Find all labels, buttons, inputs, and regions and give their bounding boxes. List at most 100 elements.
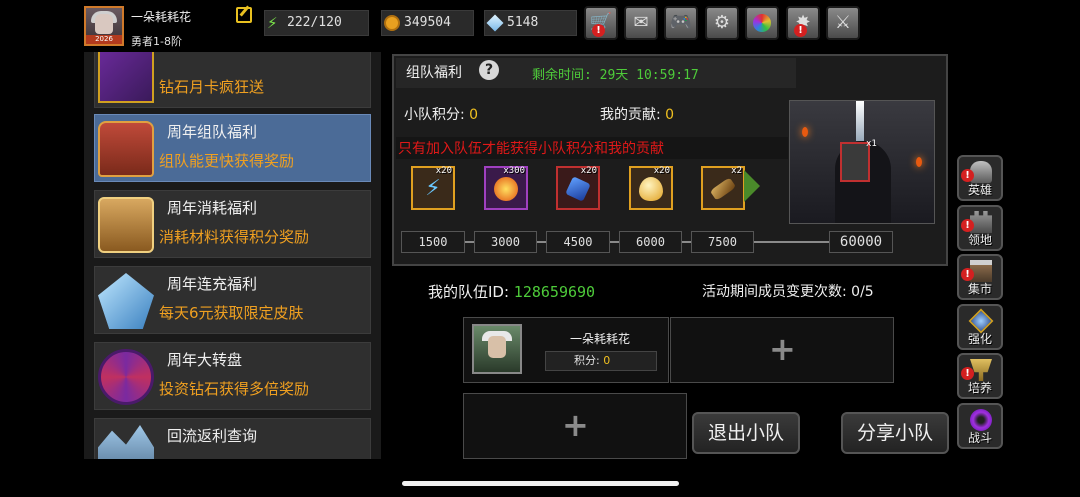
swords-icon: ⚔ bbox=[834, 12, 852, 33]
energy-counter[interactable]: ⚡ 222/120 bbox=[264, 10, 369, 36]
milestone: 6000 bbox=[619, 231, 682, 253]
nav-hero[interactable]: ! 英雄 bbox=[957, 155, 1003, 201]
event-title: 回流返利查询 bbox=[167, 427, 258, 445]
event-item-lucky-wheel[interactable]: 周年大转盘 投资钻石获得多倍奖励 bbox=[94, 342, 371, 410]
player-name: 一朵耗耗花 bbox=[131, 10, 192, 24]
nav-label: 领地 bbox=[967, 233, 992, 247]
battle-button[interactable]: ⚔ bbox=[826, 6, 860, 40]
event-subtitle: 每天6元获取限定皮肤 bbox=[159, 304, 304, 322]
share-team-button[interactable]: 分享小队 bbox=[841, 412, 949, 454]
crystal-icon bbox=[98, 273, 154, 329]
final-milestone: 60000 bbox=[829, 231, 893, 253]
nav-train[interactable]: ! 培养 bbox=[957, 353, 1003, 399]
leave-team-button[interactable]: 退出小队 bbox=[692, 412, 800, 454]
edit-name-icon[interactable] bbox=[236, 7, 252, 23]
color-wheel-icon bbox=[753, 14, 771, 32]
nav-battle[interactable]: 战斗 bbox=[957, 403, 1003, 449]
mail-icon: ✉ bbox=[633, 12, 649, 33]
event-list[interactable]: 钻石月卡疯狂送 周年组队福利 组队能更快获得奖励 周年消耗福利 消耗材料获得积分… bbox=[84, 52, 381, 459]
gold-counter[interactable]: 349504 bbox=[381, 10, 474, 36]
player-avatar[interactable]: 2026 bbox=[84, 6, 124, 46]
torch-icon bbox=[802, 127, 808, 137]
member-score-value: 0 bbox=[603, 354, 611, 367]
dungeon-reward-count: x1 bbox=[866, 139, 877, 149]
event-title: 周年组队福利 bbox=[167, 123, 258, 141]
fireworks-button[interactable]: ✸! bbox=[786, 6, 820, 40]
nav-label: 集市 bbox=[967, 282, 992, 296]
add-member-icon: + bbox=[562, 406, 589, 444]
treasure-chest-icon bbox=[98, 121, 154, 177]
gem-value: 5148 bbox=[507, 15, 539, 30]
gold-coin-icon bbox=[384, 15, 400, 31]
member-change-count: 活动期间成员变更次数: 0/5 bbox=[702, 284, 874, 300]
join-team-warning: 只有加入队伍才能获得小队积分和我的贡献 bbox=[396, 137, 788, 159]
event-item-diamond-card[interactable]: 钻石月卡疯狂送 bbox=[94, 52, 371, 108]
player-rank: 勇者1-8阶 bbox=[131, 35, 182, 48]
next-arrow-icon[interactable] bbox=[744, 170, 760, 202]
reward-slot[interactable]: x20 bbox=[629, 166, 673, 210]
team-id-value: 128659690 bbox=[513, 283, 596, 301]
reward-count: x2 bbox=[731, 166, 742, 176]
alert-badge: ! bbox=[794, 24, 807, 37]
alert-badge: ! bbox=[592, 24, 605, 37]
member-avatar bbox=[472, 324, 522, 374]
my-contribution-label: 我的贡献: bbox=[600, 107, 666, 123]
gold-value: 349504 bbox=[404, 15, 451, 30]
milestone: 1500 bbox=[401, 231, 465, 253]
avatar-face bbox=[488, 336, 506, 358]
event-item-consume-welfare[interactable]: 周年消耗福利 消耗材料获得积分奖励 bbox=[94, 190, 371, 258]
gamepad-icon: 🎮 bbox=[669, 12, 693, 33]
gamepad-button[interactable]: 🎮 bbox=[664, 6, 698, 40]
event-subtitle: 消耗材料获得积分奖励 bbox=[159, 228, 310, 246]
gear-icon: ⚙ bbox=[713, 12, 731, 33]
settings-button[interactable]: ⚙ bbox=[705, 6, 739, 40]
gem-counter[interactable]: 5148 bbox=[484, 10, 577, 36]
diamond-card-icon bbox=[98, 52, 154, 103]
avatar-face bbox=[95, 14, 113, 34]
home-indicator[interactable] bbox=[402, 481, 679, 486]
nav-label: 战斗 bbox=[967, 431, 992, 445]
milestone: 7500 bbox=[691, 231, 754, 253]
event-subtitle: 钻石月卡疯狂送 bbox=[159, 78, 265, 96]
milestone: 4500 bbox=[546, 231, 610, 253]
reward-count: x20 bbox=[580, 166, 597, 176]
member-name: 一朵耗耗花 bbox=[570, 332, 631, 346]
my-contribution-value: 0 bbox=[665, 107, 675, 123]
panel-title: 组队福利 bbox=[406, 65, 462, 81]
event-title: 周年连充福利 bbox=[167, 275, 258, 293]
help-icon[interactable]: ? bbox=[479, 60, 499, 80]
event-subtitle: 组队能更快获得奖励 bbox=[159, 152, 295, 170]
nav-territory[interactable]: ! 领地 bbox=[957, 205, 1003, 251]
golden-egg-icon bbox=[639, 177, 663, 201]
member-score-label: 积分: bbox=[574, 354, 604, 367]
reward-slot[interactable]: ⚡ x20 bbox=[411, 166, 455, 210]
torch-icon bbox=[916, 157, 922, 167]
event-title: 周年大转盘 bbox=[167, 351, 243, 369]
reward-slot[interactable]: x2 bbox=[701, 166, 745, 210]
nav-market[interactable]: ! 集市 bbox=[957, 254, 1003, 300]
energy-value: 222/120 bbox=[287, 15, 342, 30]
reward-slot[interactable]: x300 bbox=[484, 166, 528, 210]
scroll-icon bbox=[709, 177, 737, 201]
event-item-team-welfare[interactable]: 周年组队福利 组队能更快获得奖励 bbox=[94, 114, 371, 182]
team-id: 我的队伍ID: 128659690 bbox=[428, 281, 595, 302]
nav-label: 培养 bbox=[967, 381, 992, 395]
mail-button[interactable]: ✉ bbox=[624, 6, 658, 40]
shop-cart-button[interactable]: 🛒! bbox=[584, 6, 618, 40]
color-wheel-button[interactable] bbox=[745, 6, 779, 40]
my-contribution: 我的贡献: 0 bbox=[600, 104, 674, 124]
time-remaining: 剩余时间: 29天 10:59:17 bbox=[532, 68, 699, 83]
team-id-label: 我的队伍ID: bbox=[428, 283, 514, 301]
reward-slot[interactable]: x20 bbox=[556, 166, 600, 210]
member-score: 积分: 0 bbox=[545, 351, 657, 371]
team-score-label: 小队积分: bbox=[404, 107, 470, 123]
empty-member-slot[interactable]: + bbox=[463, 393, 687, 459]
event-item-recharge-welfare[interactable]: 周年连充福利 每天6元获取限定皮肤 bbox=[94, 266, 371, 334]
nav-upgrade[interactable]: 强化 bbox=[957, 304, 1003, 350]
diamond-icon bbox=[486, 14, 504, 32]
empty-member-slot[interactable]: + bbox=[670, 317, 894, 383]
event-item-rebate-query[interactable]: 回流返利查询 bbox=[94, 418, 371, 459]
reward-count: x20 bbox=[653, 166, 670, 176]
event-title: 周年消耗福利 bbox=[167, 199, 258, 217]
milestone: 3000 bbox=[474, 231, 537, 253]
